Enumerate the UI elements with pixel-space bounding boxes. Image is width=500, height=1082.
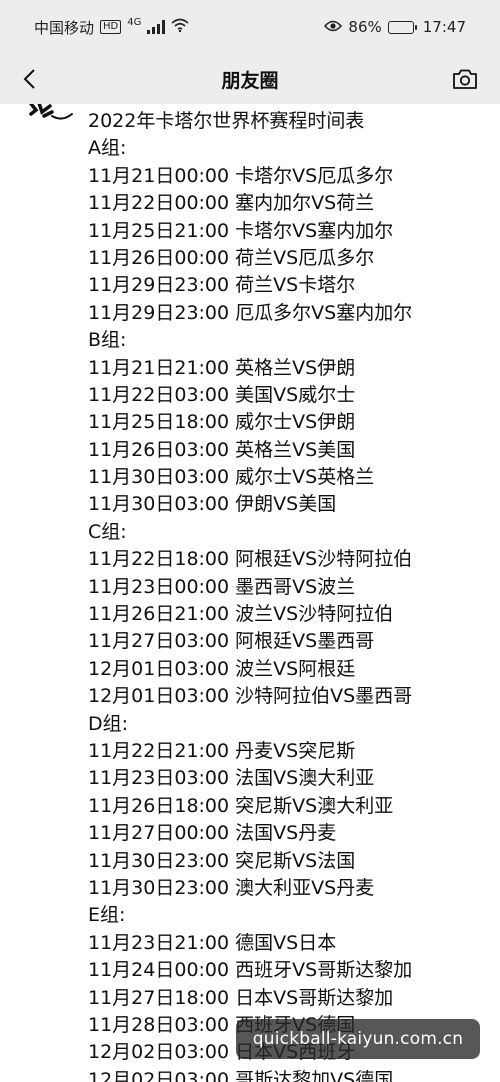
status-bar: 中国移动 HD 4G 86% 17:47 [0,0,500,54]
chevron-left-icon [23,69,35,89]
match-line: 11月25日21:00 卡塔尔VS塞内加尔 [88,219,394,242]
group-heading: E组: [88,904,126,927]
match-line: 11月23日21:00 德国VS日本 [88,931,337,954]
hd-badge: HD [100,20,122,34]
match-line: 11月26日03:00 英格兰VS美国 [88,438,356,461]
camera-icon [453,69,477,89]
match-line: 11月25日18:00 威尔士VS伊朗 [88,411,356,434]
watermark-label: quickball-kaiyun.com.cn [236,1019,480,1059]
status-right: 86% 17:47 [324,18,466,36]
match-line: 11月30日03:00 威尔士VS英格兰 [88,466,375,489]
page-title: 朋友圈 [221,69,279,92]
match-line: 12月02日03:00 哥斯达黎加VS德国 [88,1068,394,1082]
match-line: 11月22日21:00 丹麦VS突尼斯 [88,739,356,762]
schedule-text: 2022年卡塔尔世界杯赛程时间表 A组: 11月21日00:00 卡塔尔VS厄瓜多… [88,108,493,1082]
clock: 17:47 [422,18,466,36]
battery-percent: 86% [348,18,382,36]
match-line: 11月22日00:00 塞内加尔VS荷兰 [88,192,375,215]
avatar[interactable] [22,104,74,130]
eye-comfort-icon [324,18,343,36]
battery-icon [387,20,417,34]
match-line: 11月29日23:00 荷兰VS卡塔尔 [88,274,356,297]
wifi-icon [171,18,189,36]
match-line: 11月27日00:00 法国VS丹麦 [88,822,337,845]
match-line: 11月26日21:00 波兰VS沙特阿拉伯 [88,603,394,626]
group-heading: C组: [88,520,127,543]
signal-icon [147,20,166,34]
match-line: 11月22日03:00 美国VS威尔士 [88,383,356,406]
group-heading: A组: [88,137,127,160]
group-heading: B组: [88,329,127,352]
match-line: 11月27日03:00 阿根廷VS墨西哥 [88,630,375,653]
nav-bar: 朋友圈 [0,54,500,104]
match-line: 11月30日23:00 澳大利亚VS丹麦 [88,876,375,899]
status-left: 中国移动 HD 4G [34,17,189,38]
schedule-title: 2022年卡塔尔世界杯赛程时间表 [88,110,365,132]
match-line: 11月27日18:00 日本VS哥斯达黎加 [88,986,394,1009]
match-line: 11月24日00:00 西班牙VS哥斯达黎加 [88,959,413,982]
carrier-label: 中国移动 [34,18,95,37]
network-label: 4G [127,16,142,28]
match-line: 11月21日21:00 英格兰VS伊朗 [88,356,356,379]
match-line: 11月30日03:00 伊朗VS美国 [88,493,337,516]
match-line: 11月21日00:00 卡塔尔VS厄瓜多尔 [88,164,394,187]
match-line: 12月01日03:00 沙特阿拉伯VS墨西哥 [88,685,413,708]
match-line: 11月26日18:00 突尼斯VS澳大利亚 [88,794,394,817]
match-line: 11月23日00:00 墨西哥VS波兰 [88,575,356,598]
match-line: 11月23日03:00 法国VS澳大利亚 [88,767,375,790]
match-line: 11月22日18:00 阿根廷VS沙特阿拉伯 [88,548,413,571]
group-heading: D组: [88,712,129,735]
match-line: 11月30日23:00 突尼斯VS法国 [88,849,356,872]
match-line: 11月29日23:00 厄瓜多尔VS塞内加尔 [88,301,413,324]
wechat-moments-screen: 中国移动 HD 4G 86% 17:47 朋友圈 2022年卡塔尔世界杯赛程时间… [0,0,500,1082]
match-line: 11月26日00:00 荷兰VS厄瓜多尔 [88,246,375,269]
moment-content: 2022年卡塔尔世界杯赛程时间表 A组: 11月21日00:00 卡塔尔VS厄瓜多… [0,104,500,1082]
camera-button[interactable] [450,64,480,94]
match-line: 12月01日03:00 波兰VS阿根廷 [88,657,356,680]
back-button[interactable] [14,64,44,94]
